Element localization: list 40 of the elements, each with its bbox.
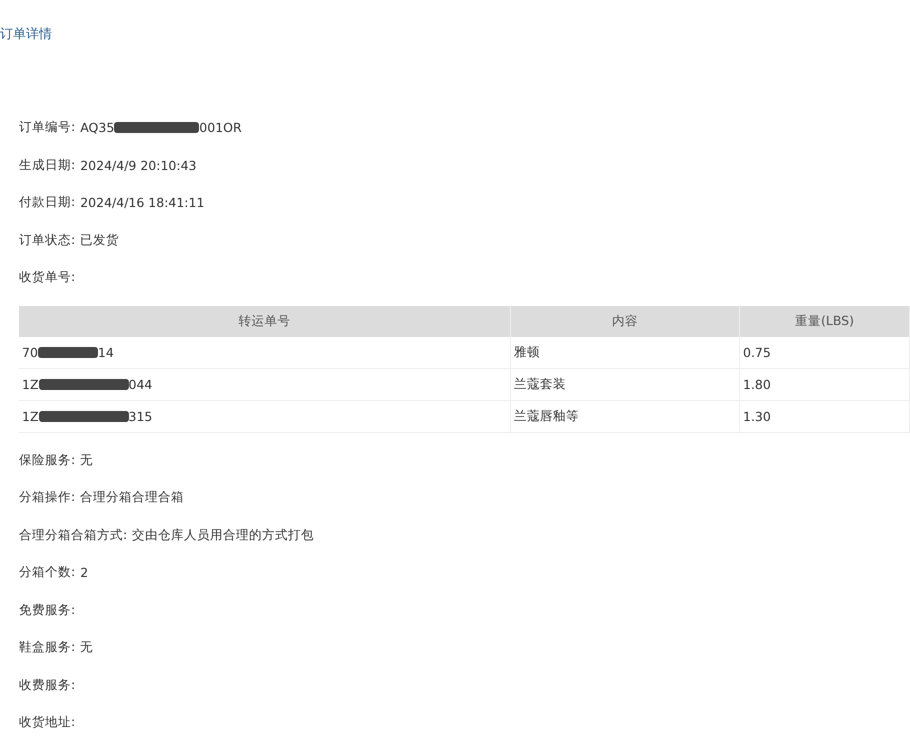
field-value: 2	[80, 565, 88, 580]
field-label: 收货单号:	[19, 269, 76, 286]
field-label: 付款日期:	[19, 194, 76, 212]
table-cell: 雅顿	[511, 336, 740, 368]
tracking-number: 1Z	[22, 408, 39, 424]
field-label: 保险服务:	[19, 452, 76, 469]
column-header: 转运单号	[19, 306, 511, 336]
column-header: 内容	[511, 306, 740, 336]
order-details-link[interactable]: 订单详情	[0, 26, 52, 44]
field-label: 生成日期:	[19, 156, 76, 174]
tracking-number: 70	[22, 344, 38, 360]
field-value: 交由仓库人员用合理的方式打包	[132, 526, 314, 544]
field-label: 合理分箱合箱方式:	[19, 526, 128, 544]
field-value: 001OR	[199, 120, 242, 136]
field-value: 2024/4/9 20:10:43	[80, 158, 196, 173]
field-value: 合理分箱合理合箱	[80, 489, 184, 506]
field-label: 鞋盒服务:	[19, 639, 76, 656]
field-label: 收货地址:	[19, 714, 76, 732]
tracking-number: 044	[128, 376, 152, 392]
tracking-number: 14	[98, 344, 114, 360]
tracking-number: 1Z	[22, 376, 39, 392]
field-label: 订单编号:	[19, 119, 76, 136]
table-cell: 1.30	[740, 400, 910, 432]
field-label: 分箱个数:	[19, 564, 76, 582]
field-label: 收费服务:	[19, 676, 76, 694]
field-value: 2024/4/16 18:41:11	[80, 195, 204, 210]
column-header: 重量(LBS)	[740, 306, 910, 336]
field-value: 无	[80, 639, 94, 656]
table-cell: 兰蔻套装	[511, 368, 740, 400]
table-cell: 1.80	[740, 368, 910, 400]
table-cell: 兰蔻唇釉等	[511, 400, 740, 432]
redaction-mark	[38, 346, 98, 358]
field-value: 无	[80, 452, 94, 469]
field-value: AQ35	[80, 120, 114, 136]
field-value: 已发货	[80, 232, 120, 249]
field-label: 订单状态:	[19, 232, 76, 249]
table-cell: 0.75	[740, 336, 910, 368]
field-label: 分箱操作:	[19, 489, 76, 506]
field-label: 免费服务:	[19, 602, 76, 619]
tracking-number: 315	[128, 408, 152, 424]
